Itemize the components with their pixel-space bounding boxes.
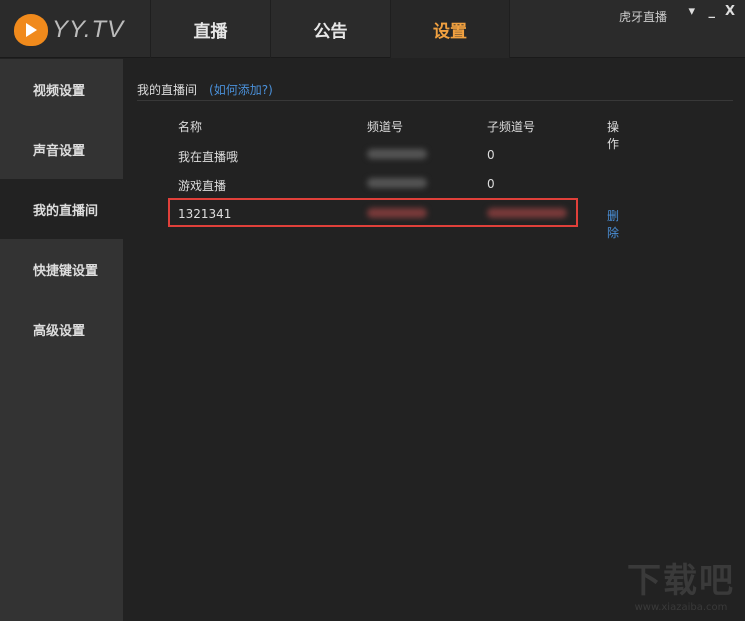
row-name: 我在直播哦 — [178, 150, 239, 164]
logo: YY.TV — [14, 14, 124, 46]
col-action: 操作 — [607, 120, 620, 151]
huya-link[interactable]: 虎牙直播 — [619, 8, 667, 25]
col-subchannel: 子频道号 — [487, 120, 536, 134]
section-title: 我的直播间 — [137, 83, 198, 97]
minimize-icon[interactable]: _ — [709, 4, 716, 19]
table-row[interactable]: 我在直播哦 0 — [170, 141, 570, 169]
watermark-url: www.xiazaiba.com — [634, 602, 728, 613]
main-panel: 我的直播间 (如何添加?) 名称 频道号 子频道号 操作 我在直播哦 0 游戏直播… — [123, 59, 745, 621]
sidebar-item-video[interactable]: 视频设置 — [0, 59, 123, 119]
row-subchannel: 0 — [487, 148, 495, 162]
menu-dropdown-icon[interactable]: ▾ — [688, 4, 695, 19]
logo-text: YY.TV — [52, 16, 125, 43]
highlight-box — [168, 198, 578, 227]
sidebar: 视频设置 声音设置 我的直播间 快捷键设置 高级设置 — [0, 59, 123, 621]
tab-live[interactable]: 直播 — [150, 0, 270, 58]
redacted-channel — [367, 148, 427, 162]
col-name: 名称 — [178, 120, 203, 134]
sidebar-item-audio[interactable]: 声音设置 — [0, 119, 123, 179]
tab-announcement[interactable]: 公告 — [270, 0, 390, 58]
close-icon[interactable]: X — [725, 4, 735, 19]
delete-link[interactable]: 删除 — [607, 207, 619, 241]
sidebar-item-hotkeys[interactable]: 快捷键设置 — [0, 239, 123, 299]
sidebar-item-advanced[interactable]: 高级设置 — [0, 299, 123, 359]
col-channel: 频道号 — [367, 120, 404, 134]
yy-logo-icon — [14, 14, 48, 46]
table-header: 名称 频道号 子频道号 操作 — [170, 111, 619, 151]
watermark: 下载吧 www.xiazaiba.com — [627, 553, 735, 613]
section-header: 我的直播间 (如何添加?) — [137, 81, 733, 101]
redacted-channel — [367, 177, 427, 191]
title-bar: YY.TV 直播 公告 设置 虎牙直播 ▾ _ X — [0, 0, 745, 58]
watermark-title: 下载吧 — [627, 561, 735, 601]
sidebar-item-my-room[interactable]: 我的直播间 — [0, 179, 123, 239]
table-row[interactable]: 游戏直播 0 — [170, 170, 570, 198]
help-link[interactable]: (如何添加?) — [209, 83, 273, 97]
tab-settings[interactable]: 设置 — [390, 0, 510, 58]
row-name: 游戏直播 — [178, 179, 227, 193]
row-subchannel: 0 — [487, 177, 495, 191]
